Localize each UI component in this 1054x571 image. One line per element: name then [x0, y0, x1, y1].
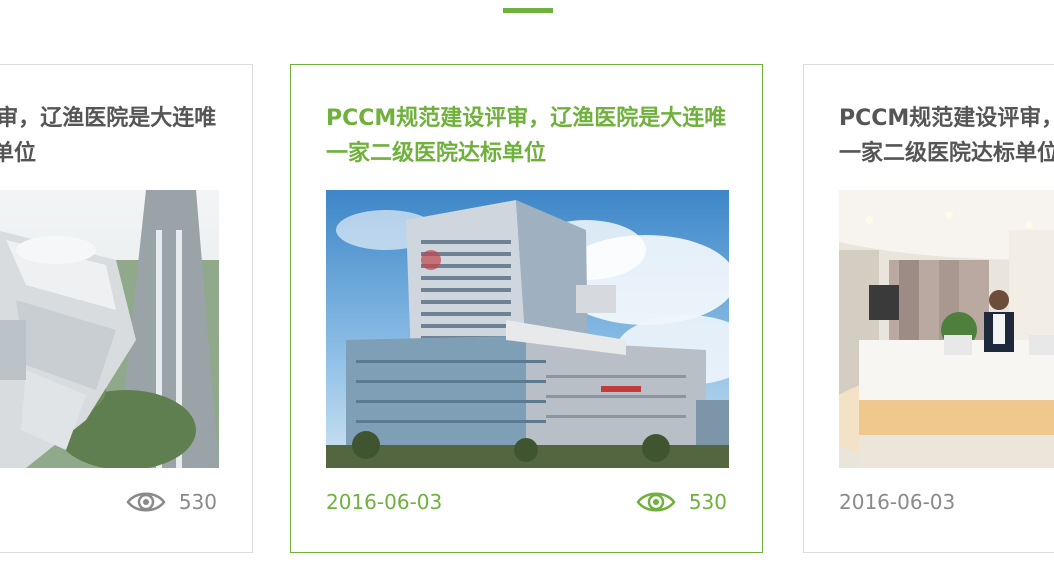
news-card-views: 530 [636, 487, 727, 517]
section-accent-bar [503, 8, 553, 13]
news-card-active[interactable]: PCCM规范建设评审，辽渔医院是大连唯一家二级医院达标单位 2016-06-03… [290, 64, 763, 553]
view-count: 530 [688, 490, 727, 514]
eye-icon [126, 489, 166, 515]
news-card-image[interactable] [839, 190, 1054, 468]
eye-icon [636, 489, 676, 515]
hospital-aerial-image [0, 190, 219, 468]
news-card-title[interactable]: PCCM规范建设评审，辽渔医院是大连唯一家二级医院达标单位 [326, 101, 746, 171]
news-card-date: 2016-06-03 [326, 490, 443, 514]
news-card[interactable]: PCCM规范建设评审，辽渔医院是大连唯一家二级医院达标单位 [803, 64, 1054, 553]
hospital-tower-image [326, 190, 729, 468]
news-card-image[interactable] [326, 190, 729, 468]
news-card-title[interactable]: PCCM规范建设评审，辽渔医院是大连唯一家二级医院达标单位 [0, 101, 236, 171]
news-card-image[interactable] [0, 190, 219, 468]
news-carousel: PCCM规范建设评审，辽渔医院是大连唯一家二级医院达标单位 [0, 0, 1054, 571]
news-card-title[interactable]: PCCM规范建设评审，辽渔医院是大连唯一家二级医院达标单位 [839, 101, 1054, 171]
news-card-date: 2016-06-03 [839, 490, 956, 514]
news-card-views: 530 [126, 487, 217, 517]
hospital-reception-image [839, 190, 1054, 468]
news-card[interactable]: PCCM规范建设评审，辽渔医院是大连唯一家二级医院达标单位 [0, 64, 253, 553]
view-count: 530 [178, 490, 217, 514]
